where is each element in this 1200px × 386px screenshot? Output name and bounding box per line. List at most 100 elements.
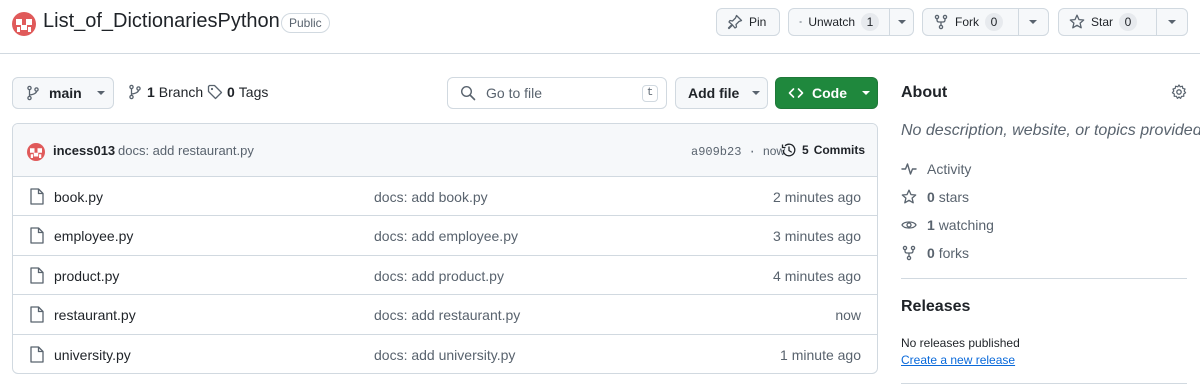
code-label: Code [812,85,847,101]
forks-label: forks [938,245,970,261]
commit-author-link[interactable]: incess013 [53,143,115,158]
file-icon [30,345,44,363]
file-row: product.py docs: add product.py 4 minute… [13,256,877,296]
no-releases-text: No releases published [901,336,1020,350]
latest-commit-bar: incess013 docs: add restaurant.py a909b2… [13,124,877,177]
repo-owner-avatar[interactable] [12,12,36,36]
caret-down-icon [862,91,870,95]
file-icon [30,306,44,323]
branch-name: main [49,85,82,101]
watching-label: watching [938,217,994,233]
repo-name-link[interactable]: List_of_DictionariesPython [43,10,280,33]
branch-selector[interactable]: main [12,77,114,109]
activity-label: Activity [927,161,972,177]
file-name-link[interactable]: employee.py [54,228,133,244]
file-commit-link[interactable]: docs: add product.py [374,268,504,284]
branches-link[interactable]: 1 Branch [127,84,203,100]
watch-label: Unwatch [808,15,855,29]
caret-down-icon [96,91,105,95]
code-button[interactable]: Code [775,77,878,109]
file-commit-time: 1 minute ago [780,346,861,363]
caret-down-icon [897,20,906,24]
eye-icon [901,221,917,229]
stars-link[interactable]: 0 stars [901,189,969,205]
watching-count: 1 [927,217,935,233]
file-commit-link[interactable]: docs: add book.py [374,189,488,205]
releases-heading[interactable]: Releases [901,298,970,316]
star-button[interactable]: Star 0 [1058,8,1188,36]
star-icon [1069,14,1085,29]
branches-label: Branch [158,84,204,100]
file-name-link[interactable]: restaurant.py [54,307,136,323]
repo-header: List_of_DictionariesPython Public Pin Un… [0,0,1200,54]
pulse-icon [901,163,917,175]
star-counter: 0 [1119,13,1138,31]
caret-down-icon [1167,20,1176,24]
watch-button[interactable]: Unwatch 1 [788,8,914,36]
create-release-link[interactable]: Create a new release [901,353,1015,367]
go-to-file-input[interactable] [486,85,626,101]
branches-count: 1 [147,84,155,100]
commit-message-link[interactable]: docs: add restaurant.py [118,143,254,158]
file-commit-time: 3 minutes ago [773,228,861,245]
watch-dropdown-toggle[interactable] [889,9,913,35]
file-commit-time: 4 minutes ago [773,267,861,284]
file-commit-link[interactable]: docs: add restaurant.py [374,307,520,323]
go-to-file-search[interactable]: t [447,77,667,109]
file-icon [30,227,44,245]
file-table: incess013 docs: add restaurant.py a909b2… [12,123,878,374]
pin-button[interactable]: Pin [716,8,780,36]
commits-count: 5 [802,143,809,157]
stars-count: 0 [927,189,935,205]
sidebar-divider [901,383,1187,384]
fork-counter: 0 [985,13,1003,31]
search-icon [460,85,476,101]
commit-hash-info: a909b23 · now [691,144,785,159]
keyboard-shortcut-hint: t [642,85,658,102]
activity-link[interactable]: Activity [901,161,971,177]
star-icon [901,189,917,204]
sidebar-divider [901,278,1187,279]
file-name-link[interactable]: book.py [54,189,103,205]
fork-button[interactable]: Fork 0 [922,8,1049,36]
file-commit-time: 2 minutes ago [773,189,861,205]
commit-author-avatar[interactable] [27,143,45,161]
file-row: employee.py docs: add employee.py 3 minu… [13,216,877,256]
history-icon [781,143,796,157]
commits-history-link[interactable]: 5 Commits [781,142,865,158]
fork-dropdown-toggle[interactable] [1017,9,1048,35]
fork-icon [934,14,948,30]
visibility-badge: Public [281,13,330,33]
pin-icon [727,14,743,30]
stars-label: stars [938,189,970,205]
file-row: university.py docs: add university.py 1 … [13,335,877,373]
forks-link[interactable]: 0 forks [901,245,969,261]
star-dropdown-toggle[interactable] [1155,9,1187,35]
file-commit-time: now [835,307,861,324]
git-branch-icon [129,84,141,100]
file-icon [30,267,44,284]
file-row: restaurant.py docs: add restaurant.py no… [13,295,877,335]
file-icon [30,188,44,205]
gear-icon[interactable] [1171,84,1187,100]
add-file-label: Add file [688,85,740,101]
about-description: No description, website, or topics provi… [901,122,1200,139]
git-branch-icon [27,85,39,101]
add-file-button[interactable]: Add file [675,77,768,109]
pin-label: Pin [749,15,767,29]
watchers-link[interactable]: 1 watching [901,217,994,233]
file-row: book.py docs: add book.py 2 minutes ago [13,177,877,217]
file-name-link[interactable]: university.py [54,347,131,363]
file-commit-link[interactable]: docs: add employee.py [374,228,518,244]
file-name-link[interactable]: product.py [54,268,119,284]
about-heading: About [901,84,948,101]
tags-link[interactable]: 0 Tags [207,84,268,100]
fork-label: Fork [955,15,979,29]
file-commit-link[interactable]: docs: add university.py [374,347,515,363]
caret-down-icon [752,91,761,95]
commit-hash-link[interactable]: a909b23 [691,145,741,159]
fork-icon [902,245,916,261]
tag-icon [207,84,223,100]
star-label: Star [1091,15,1114,29]
commits-label: Commits [813,143,866,157]
